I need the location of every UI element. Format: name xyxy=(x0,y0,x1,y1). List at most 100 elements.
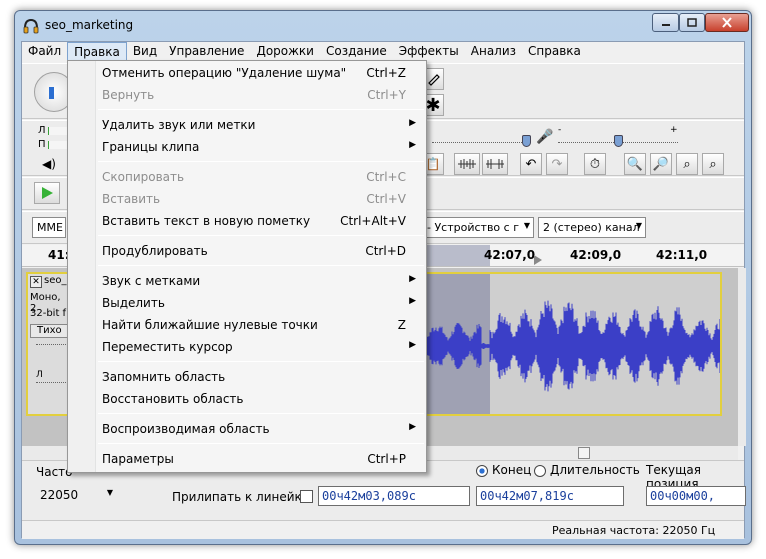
menu-separator xyxy=(98,413,424,414)
fit-project-button[interactable]: ⌕ xyxy=(702,153,724,175)
menu-item-select[interactable]: Выделить ▶ xyxy=(70,293,426,315)
waveform-path xyxy=(382,300,720,392)
menu-item-label: Звук с метками xyxy=(102,274,201,288)
menu-separator xyxy=(98,443,424,444)
menu-item-label: Вернуть xyxy=(102,88,155,102)
sync-lock-button[interactable]: ⏱ xyxy=(584,153,606,175)
menu-edit[interactable]: Правка xyxy=(67,42,127,61)
menu-item-undo[interactable]: Отменить операцию "Удаление шума" Ctrl+Z xyxy=(70,63,426,85)
recording-volume-thumb[interactable] xyxy=(614,135,623,147)
play-at-speed-button[interactable] xyxy=(34,182,60,204)
length-radio[interactable] xyxy=(534,465,546,477)
length-radio-label: Длительность xyxy=(550,463,640,477)
audio-host-select[interactable]: MME xyxy=(32,217,66,238)
chevron-down-icon: ▼ xyxy=(106,488,113,497)
menu-generate[interactable]: Создание xyxy=(320,42,393,61)
minimize-button[interactable] xyxy=(652,13,679,32)
menu-item-shortcut: Ctrl+P xyxy=(367,452,406,466)
zoom-out-button[interactable]: 🔎 xyxy=(650,153,672,175)
menu-item-paste[interactable]: Вставить Ctrl+V xyxy=(70,189,426,211)
maximize-button[interactable] xyxy=(679,13,705,32)
menu-item-shortcut: Ctrl+D xyxy=(365,244,406,258)
close-button[interactable] xyxy=(705,13,749,32)
undo-button[interactable]: ↶ xyxy=(520,153,542,175)
menu-item-copy[interactable]: Скопировать Ctrl+C xyxy=(70,167,426,189)
menu-tracks[interactable]: Дорожки xyxy=(250,42,320,61)
zoom-selection-icon: ⌕ xyxy=(683,156,691,172)
minimize-icon xyxy=(661,23,670,26)
audio-position-time[interactable]: 00ч00м00, xyxy=(646,486,746,506)
fit-selection-button[interactable]: ⌕ xyxy=(676,153,698,175)
menu-file[interactable]: Файл xyxy=(22,42,67,61)
selection-end-time[interactable]: 00ч42м07,819с xyxy=(476,486,624,506)
track-close-button[interactable]: ✕ xyxy=(30,276,42,288)
input-device-select[interactable]: - Устройство с г ▼ xyxy=(422,217,534,238)
menu-view[interactable]: Вид xyxy=(127,42,163,61)
menu-item-restore-region[interactable]: Восстановить область xyxy=(70,389,426,411)
menu-analyze[interactable]: Анализ xyxy=(465,42,522,61)
chevron-down-icon: ▼ xyxy=(523,221,530,230)
silence-audio-icon xyxy=(486,159,504,169)
waveform-display[interactable] xyxy=(382,272,722,416)
vertical-scrollbar[interactable] xyxy=(738,268,746,446)
menu-separator xyxy=(98,235,424,236)
close-icon xyxy=(722,17,732,28)
menu-item-find-zero-crossings[interactable]: Найти ближайшие нулевые точки Z xyxy=(70,315,426,337)
trim-button[interactable] xyxy=(454,153,480,175)
trim-audio-icon xyxy=(458,159,476,169)
playback-volume-thumb[interactable] xyxy=(522,135,531,147)
track-name[interactable]: seo_ xyxy=(44,275,66,286)
menu-item-preferences[interactable]: Параметры Ctrl+P xyxy=(70,449,426,471)
mute-button[interactable]: Тихо xyxy=(30,324,68,338)
menu-separator xyxy=(98,361,424,362)
end-radio[interactable] xyxy=(476,465,488,477)
zoom-in-button[interactable]: 🔍 xyxy=(624,153,646,175)
menu-item-shortcut: Ctrl+C xyxy=(366,170,406,184)
asterisk-icon: ✱ xyxy=(425,94,441,116)
menu-effects[interactable]: Эффекты xyxy=(393,42,465,61)
menu-item-store-region[interactable]: Запомнить область xyxy=(70,367,426,389)
submenu-arrow-icon: ▶ xyxy=(409,340,416,350)
project-rate-select[interactable]: 22050 ▼ xyxy=(36,485,116,506)
chevron-down-icon: ▼ xyxy=(635,221,642,230)
pan-label: Л xyxy=(36,370,43,380)
snap-to-checkbox[interactable] xyxy=(300,490,313,503)
menu-transport[interactable]: Управление xyxy=(163,42,250,61)
headphones-icon xyxy=(23,18,39,34)
menu-item-shortcut: Ctrl+Z xyxy=(366,66,406,80)
menu-item-redo[interactable]: Вернуть Ctrl+Y xyxy=(70,85,426,107)
pan-slider[interactable] xyxy=(36,382,66,383)
menu-item-label: Отменить операцию "Удаление шума" xyxy=(102,66,347,80)
menu-item-paste-text-new-label[interactable]: Вставить текст в новую пометку Ctrl+Alt+V xyxy=(70,211,426,233)
title-bar[interactable]: seo_marketing xyxy=(15,11,751,41)
menu-item-delete[interactable]: Удалить звук или метки ▶ xyxy=(70,115,426,137)
pencil-icon xyxy=(428,74,440,86)
menu-item-label: Восстановить область xyxy=(102,392,244,406)
redo-button[interactable]: ↷ xyxy=(546,153,568,175)
menu-item-play-region[interactable]: Воспроизводимая область ▶ xyxy=(70,419,426,441)
selection-start-time[interactable]: 00ч42м03,089с xyxy=(318,486,470,506)
actual-rate-text: Реальная частота: 22050 Гц xyxy=(552,524,716,537)
menu-help[interactable]: Справка xyxy=(522,42,587,61)
input-channels-select[interactable]: 2 (стерео) канал ▼ xyxy=(538,217,646,238)
menu-item-label: Вставить текст в новую пометку xyxy=(102,214,311,228)
menu-item-shortcut: Ctrl+Alt+V xyxy=(340,214,406,228)
playback-volume-slider[interactable] xyxy=(432,131,531,151)
redo-icon: ↷ xyxy=(551,156,563,172)
recording-volume-slider[interactable]: - + xyxy=(558,125,678,151)
speaker-icon: ◀) xyxy=(42,157,56,171)
zoom-in-icon: 🔍 xyxy=(626,156,644,172)
gain-slider[interactable] xyxy=(36,344,66,354)
menu-item-labeled-audio[interactable]: Звук с метками ▶ xyxy=(70,271,426,293)
menu-item-move-cursor[interactable]: Переместить курсор ▶ xyxy=(70,337,426,359)
meter-left-label: Л xyxy=(38,125,46,136)
silence-button[interactable] xyxy=(482,153,508,175)
status-bar: Реальная частота: 22050 Гц xyxy=(22,520,744,539)
menu-item-label: Выделить xyxy=(102,296,165,310)
scroll-thumb[interactable] xyxy=(578,447,590,459)
menu-item-clip-boundaries[interactable]: Границы клипа ▶ xyxy=(70,137,426,159)
submenu-arrow-icon: ▶ xyxy=(409,140,416,150)
track-info-bitdepth: 32-bit f xyxy=(30,308,67,319)
ruler-label: 42:07,0 xyxy=(484,248,536,262)
menu-item-duplicate[interactable]: Продублировать Ctrl+D xyxy=(70,241,426,263)
